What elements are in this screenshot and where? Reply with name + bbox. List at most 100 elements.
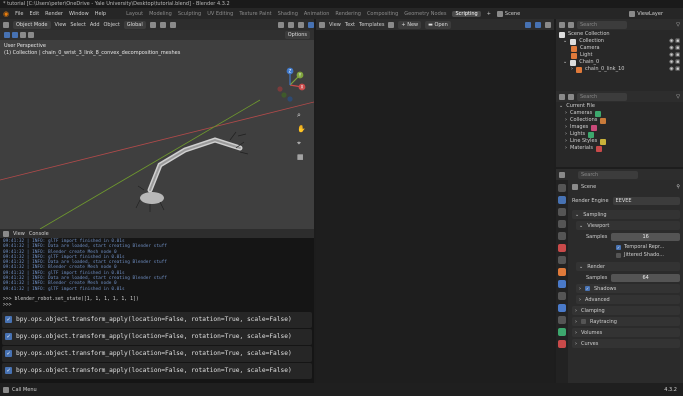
blend-item-materials[interactable]: › Materials [559,145,680,152]
view-layer-selector[interactable]: ViewLayer [629,10,663,17]
menu-window[interactable]: Window [69,11,89,17]
tab-scripting[interactable]: Scripting [452,10,481,17]
blend-item-line-styles[interactable]: › Line Styles [559,138,680,145]
section-raytracing[interactable]: › Raytracing [572,317,680,326]
render-engine-select[interactable]: EEVEE [612,197,680,205]
menu-help[interactable]: Help [95,11,106,17]
blend-item-images[interactable]: › Images [559,124,680,131]
checkbox-checked-icon[interactable]: ✓ [616,244,621,250]
viewport-menu-select[interactable]: Select [70,22,85,28]
section-advanced[interactable]: › Advanced [576,295,680,304]
tab-animation[interactable]: Animation [304,11,330,17]
tab-compositing[interactable]: Compositing [367,11,398,17]
tab-shading[interactable]: Shading [278,11,298,17]
data-tab-icon[interactable] [558,328,566,336]
open-text-button[interactable]: ▬ Open [425,20,451,29]
section-sampling[interactable]: ⌄ Sampling [572,210,680,219]
blend-item-collections[interactable]: › Collections [559,117,680,124]
tab-layout[interactable]: Layout [126,11,143,17]
menu-render[interactable]: Render [45,11,63,17]
visibility-eye-icon[interactable]: ◉ ▣ [669,52,680,59]
outliner-item-light[interactable]: Light ◉ ▣ [559,52,680,59]
console-type-icon[interactable] [3,230,9,237]
outliner-item-scene-collection[interactable]: Scene Collection [559,31,680,38]
gizmo-toggle-icon[interactable] [288,21,294,28]
zoom-icon[interactable]: ⌕ [297,111,307,121]
render-tab-icon[interactable] [558,196,566,204]
history-item[interactable]: ✓ bpy.ops.object.transform_apply(locatio… [2,345,312,362]
menu-edit[interactable]: Edit [29,11,39,17]
checkbox-empty-icon[interactable] [581,319,586,324]
text-editor[interactable]: View Text Templates + New ▬ Open [316,19,554,383]
pan-hand-icon[interactable]: ✋ [297,125,307,135]
visibility-icon[interactable] [278,21,284,28]
blend-item-lights[interactable]: › Lights [559,131,680,138]
display-mode-icon[interactable] [568,93,574,100]
mode-select[interactable]: Object Mode [13,20,51,29]
output-tab-icon[interactable] [558,208,566,216]
select-mode-1-icon[interactable] [12,32,18,38]
particles-tab-icon[interactable] [558,292,566,300]
checkbox-empty-icon[interactable] [616,252,621,258]
pin-icon[interactable]: ⚲ [676,184,680,190]
section-clamping[interactable]: › Clamping [572,306,680,315]
camera-view-icon[interactable]: ⌖ [297,139,307,149]
word-wrap-icon[interactable] [535,21,541,28]
scene-tab-icon[interactable] [558,232,566,240]
select-box-icon[interactable] [4,32,10,38]
orientation-select[interactable]: Global [123,20,146,29]
blender-logo-icon[interactable]: ◉ [3,10,9,18]
viewport-menu-add[interactable]: Add [90,22,100,28]
select-mode-2-icon[interactable] [20,32,26,38]
console-menu-view[interactable]: View [13,231,25,237]
render-samples-field[interactable]: 64 [611,274,680,282]
blend-search-input[interactable]: Search [577,92,627,101]
syntax-highlight-icon[interactable] [545,21,551,28]
jittered-checkbox-row[interactable]: Jittered Shado... [616,251,680,259]
blend-file-browser[interactable]: Search ▽ ⌄ Current File › Cameras › Collect… [556,91,683,167]
new-text-button[interactable]: + New [398,20,422,29]
outliner-item-collection[interactable]: ⌄ Collection ◉ ▣ [559,38,680,45]
properties-type-icon[interactable] [559,171,565,178]
text-editor-type-icon[interactable] [319,21,325,28]
material-tab-icon[interactable] [558,340,566,348]
outliner-item-chain-link[interactable]: › chain_0_link_10 ◉ ▣ [559,66,680,73]
viewport-menu-view[interactable]: View [55,22,67,28]
editor-type-icon[interactable] [3,21,9,28]
visibility-eye-icon[interactable]: ◉ ▣ [669,59,680,66]
blend-item-current-file[interactable]: ⌄ Current File [559,103,680,110]
tab-texture-paint[interactable]: Texture Paint [239,11,271,17]
physics-tab-icon[interactable] [558,304,566,312]
python-console[interactable]: View Console 09:41:32 | INFO: glTF impor… [0,229,314,383]
filter-icon[interactable]: ▽ [676,22,680,28]
add-workspace-icon[interactable]: + [487,11,491,17]
tool-tab-icon[interactable] [558,184,566,192]
visibility-eye-icon[interactable]: ◉ ▣ [669,38,680,45]
console-menu-console[interactable]: Console [29,231,49,237]
text-browse-icon[interactable] [388,21,395,28]
section-viewport[interactable]: ⌄ Viewport [576,221,680,230]
shading-solid-icon[interactable] [308,21,314,28]
text-menu-view[interactable]: View [329,22,341,28]
tab-modeling[interactable]: Modeling [149,11,172,17]
tab-geometry-nodes[interactable]: Geometry Nodes [404,11,446,17]
checkbox-checked-icon[interactable]: ✓ [585,286,590,291]
section-volumes[interactable]: › Volumes [572,328,680,337]
overlay-icon[interactable] [298,21,304,28]
tab-uv-editing[interactable]: UV Editing [207,11,233,17]
options-dropdown[interactable]: Options [284,31,310,39]
3d-viewport[interactable]: Object Mode View Select Add Object Globa… [0,19,314,229]
object-tab-icon[interactable] [558,268,566,276]
visibility-eye-icon[interactable]: ◉ ▣ [669,45,680,52]
line-numbers-icon[interactable] [525,21,531,28]
display-mode-icon[interactable] [568,21,574,28]
proportional-edit-icon[interactable] [169,21,176,28]
constraints-tab-icon[interactable] [558,316,566,324]
outliner-search-input[interactable]: Search [577,20,627,29]
viewport-samples-field[interactable]: 16 [611,233,680,241]
history-item[interactable]: ✓ bpy.ops.object.transform_apply(locatio… [2,362,312,379]
section-curves[interactable]: › Curves [572,339,680,348]
tab-sculpting[interactable]: Sculpting [178,11,201,17]
collection-tab-icon[interactable] [558,256,566,264]
select-mode-3-icon[interactable] [28,32,34,38]
